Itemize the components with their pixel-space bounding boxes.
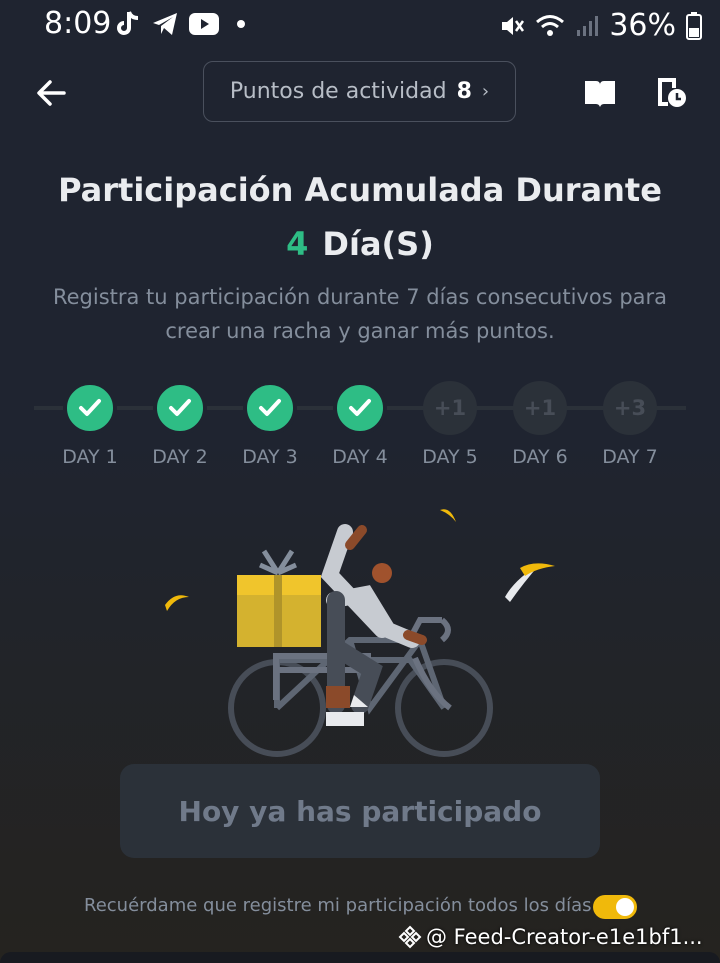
- notification-icons: [115, 10, 245, 38]
- check-icon: [79, 399, 101, 416]
- day-2-status: [153, 381, 207, 435]
- day-6-status: +1: [513, 381, 567, 435]
- day-label: DAY 4: [332, 446, 388, 468]
- day-reward: +1: [433, 396, 467, 420]
- battery-icon: [686, 11, 702, 40]
- system-icons: 36%: [499, 8, 702, 43]
- wifi-icon: [536, 14, 565, 36]
- status-bar: 8:09 36%: [0, 0, 720, 48]
- check-icon: [349, 399, 371, 416]
- days-count: 4: [286, 225, 309, 263]
- day-label: DAY 5: [422, 446, 478, 468]
- page-subtitle: Registra tu participación durante 7 días…: [52, 285, 668, 343]
- activity-points-button[interactable]: Puntos de actividad 8 ›: [203, 61, 516, 122]
- toggle-knob: [616, 898, 634, 916]
- day-4-status: [333, 381, 387, 435]
- day-label: DAY 2: [152, 446, 208, 468]
- day-1-status: [63, 381, 117, 435]
- day-label: DAY 7: [602, 446, 658, 468]
- confetti-piece: [520, 563, 555, 576]
- days-unit: Día(S): [322, 225, 434, 263]
- activity-points-label: Puntos de actividad: [229, 79, 447, 104]
- youtube-icon: [189, 13, 219, 35]
- day-label: DAY 6: [512, 446, 568, 468]
- chevron-right-icon: ›: [481, 81, 490, 102]
- history-icon[interactable]: [654, 75, 688, 109]
- day-reward: +1: [523, 396, 557, 420]
- reminder-toggle[interactable]: [593, 895, 637, 919]
- check-icon: [259, 399, 281, 416]
- title-line1: Participación Acumulada Durante: [58, 171, 662, 209]
- day-7-status: +3: [603, 381, 657, 435]
- tiktok-icon: [117, 11, 139, 35]
- day-3-status: [243, 381, 297, 435]
- back-arrow-icon[interactable]: [34, 76, 68, 110]
- reminder-label: Recuérdame que registre mi participación…: [84, 895, 592, 916]
- watermark: @ Feed-Creator-e1e1bf1...: [398, 925, 703, 949]
- binance-logo-icon: [398, 925, 422, 949]
- telegram-icon: [153, 13, 177, 35]
- checked-in-label: Hoy ya has participado: [178, 794, 542, 828]
- page-title: Participación Acumulada Durante 4 Día(S): [0, 163, 720, 271]
- status-time: 8:09: [44, 6, 112, 41]
- watermark-text: @ Feed-Creator-e1e1bf1...: [426, 925, 703, 949]
- confetti-piece: [165, 595, 189, 611]
- book-icon[interactable]: [583, 78, 617, 108]
- day-label: DAY 1: [62, 446, 118, 468]
- notification-dot: [237, 20, 245, 28]
- signal-icon: [577, 15, 599, 36]
- cyclist-illustration: [165, 509, 555, 757]
- day-reward: +3: [613, 396, 647, 420]
- title-line2: 4 Día(S): [0, 217, 720, 271]
- day-label: DAY 3: [242, 446, 298, 468]
- battery-percent: 36%: [609, 8, 676, 43]
- day-5-status: +1: [423, 381, 477, 435]
- checked-in-button[interactable]: Hoy ya has participado: [120, 764, 600, 858]
- activity-points-value: 8: [456, 79, 472, 104]
- check-icon: [169, 399, 191, 416]
- confetti-piece: [440, 509, 456, 522]
- mute-icon: [502, 16, 525, 35]
- bottom-sheet-edge: [0, 952, 720, 963]
